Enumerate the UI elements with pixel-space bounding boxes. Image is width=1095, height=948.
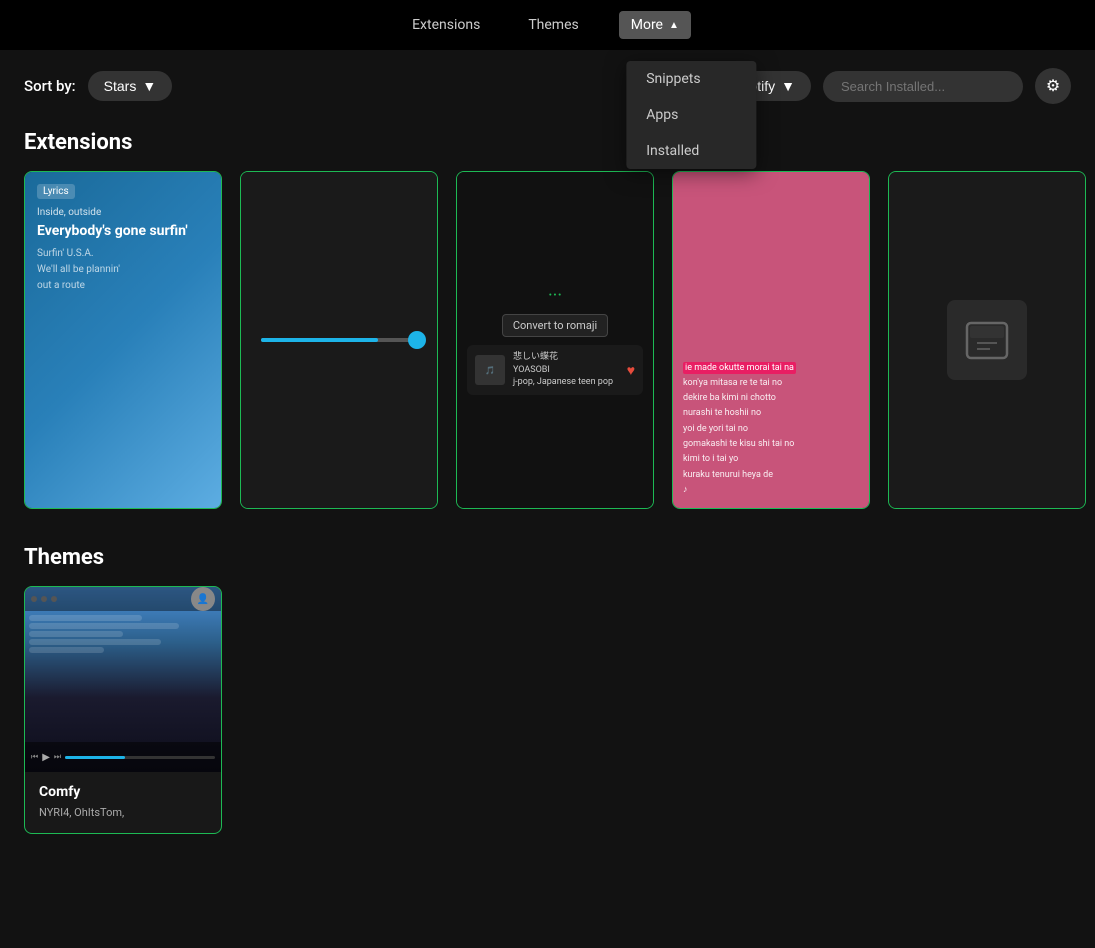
lyrics-line-1: Surfin' U.S.A. (37, 246, 209, 262)
conv-track-genre: j-pop, Japanese teen pop (513, 376, 613, 389)
lyrics-song-info: Inside, outside (37, 207, 209, 218)
nav-more-label: More (631, 17, 663, 33)
theme-top-bar: 👤 (25, 587, 221, 611)
card-convert-japanese: ··· Convert to romaji 🎵 悲しい蝶花 YOASOBI j-… (456, 171, 654, 509)
dropdown-installed[interactable]: Installed (626, 133, 756, 169)
volume-fill (261, 338, 379, 342)
card-preview-lyrics: Lyrics Inside, outside Everybody's gone … (25, 172, 221, 508)
dropdown-snippets[interactable]: Snippets (626, 61, 756, 97)
volume-thumb (408, 331, 426, 349)
card-author: NYRI4, OhItsTom, (39, 806, 207, 819)
conv-track-img: 🎵 (475, 355, 505, 385)
themes-title: Themes (0, 537, 1095, 586)
theme-row (29, 615, 142, 621)
lyrics-line-3: out a route (37, 278, 209, 294)
card-preview-romaji: ie made okutte morai tai na kon'ya mitas… (673, 172, 869, 508)
theme-row (29, 647, 104, 653)
theme-row (29, 623, 179, 629)
theme-dot (51, 596, 57, 602)
sleep-timer-icon (947, 300, 1027, 380)
theme-row (29, 639, 161, 645)
top-nav: Extensions Themes More ▲ Snippets Apps I… (0, 0, 1095, 50)
romaji-text: ie made okutte morai tai na kon'ya mitas… (683, 361, 859, 499)
more-dropdown: Snippets Apps Installed (626, 61, 756, 169)
theme-preview-comfy: 👤 ⏮ ▶ ⏭ (25, 587, 221, 772)
search-input[interactable] (823, 71, 1023, 102)
card-volume-percentage: Volume Percentage daksh2k ★ 49 Add the c… (240, 171, 438, 509)
card-preview-japanese: ··· Convert to romaji 🎵 悲しい蝶花 YOASOBI j-… (457, 172, 653, 508)
volume-track (261, 338, 418, 342)
card-title: Comfy (39, 784, 207, 800)
theme-avatar: 👤 (191, 587, 215, 611)
toolbar: Sort by: Stars ▼ Spotify ▼ ⚙ (0, 50, 1095, 122)
conv-track-artist: YOASOBI (513, 364, 613, 377)
lyrics-song-title: Everybody's gone surfin' (37, 222, 209, 240)
nav-themes[interactable]: Themes (520, 3, 586, 47)
sort-dropdown-button[interactable]: Stars ▼ (88, 71, 173, 101)
conv-track-info: 悲しい蝶花 YOASOBI j-pop, Japanese teen pop (513, 351, 613, 389)
romaji-highlighted: ie made okutte morai tai na (683, 362, 796, 374)
nav-extensions[interactable]: Extensions (404, 3, 488, 47)
extensions-grid: Lyrics Inside, outside Everybody's gone … (0, 171, 1095, 537)
nav-more-button[interactable]: More ▲ Snippets Apps Installed (619, 11, 691, 39)
card-body-romaji: Japanese Romaji L... A1pha1 ★ 12 Spiceti… (673, 508, 869, 509)
chevron-down-icon: ▼ (142, 78, 156, 94)
chevron-down-icon: ▼ (781, 78, 795, 94)
dropdown-apps[interactable]: Apps (626, 97, 756, 133)
card-beautiful-lyrics: Lyrics Inside, outside Everybody's gone … (24, 171, 222, 509)
volume-slider-preview (261, 338, 418, 342)
lyrics-lines: Surfin' U.S.A. We'll all be plannin' out… (37, 246, 209, 294)
lyrics-line-2: We'll all be plannin' (37, 262, 209, 278)
extensions-title: Extensions (0, 122, 1095, 171)
card-japanese-romaji: ie made okutte morai tai na kon'ya mitas… (672, 171, 870, 509)
themes-section: Themes 👤 (0, 537, 1095, 862)
extensions-section: Extensions Lyrics Inside, outside Everyb… (0, 122, 1095, 537)
theme-content-area (25, 611, 221, 742)
card-body-sleep: Sleep Timer Theblockbuster1 ★ 7 Automati… (889, 508, 1085, 509)
lyrics-tag-label: Lyrics (37, 184, 75, 199)
chevron-up-icon: ▲ (669, 20, 679, 31)
conv-track: 🎵 悲しい蝶花 YOASOBI j-pop, Japanese teen pop… (467, 345, 643, 395)
theme-row (29, 631, 123, 637)
card-body-comfy: Comfy NYRI4, OhItsTom, (25, 772, 221, 833)
card-sleep-timer: Sleep Timer Theblockbuster1 ★ 7 Automati… (888, 171, 1086, 509)
theme-ui-mock: 👤 ⏮ ▶ ⏭ (25, 587, 221, 772)
theme-dot (41, 596, 47, 602)
card-body-volume: Volume Percentage daksh2k ★ 49 Add the c… (241, 508, 437, 509)
card-body-convert: Convert japanese Pithaya ★ 19 Convert ja… (457, 508, 653, 509)
heart-icon: ♥ (627, 362, 635, 379)
conv-dots: ··· (548, 285, 562, 306)
card-preview-sleep (889, 172, 1085, 508)
theme-bottom-bar: ⏮ ▶ ⏭ (25, 742, 221, 772)
card-body-beautiful-lyrics: Beautiful Lyrics SoCalifornian ★ 239 Add… (25, 508, 221, 509)
card-preview-volume (241, 172, 437, 508)
gear-icon: ⚙ (1046, 76, 1060, 96)
theme-progress-fill (65, 756, 125, 759)
themes-grid: 👤 ⏮ ▶ ⏭ (0, 586, 1095, 862)
settings-button[interactable]: ⚙ (1035, 68, 1071, 104)
sort-value-label: Stars (104, 78, 137, 94)
conv-badge: Convert to romaji (502, 314, 608, 337)
theme-progress-track (65, 756, 215, 759)
card-comfy-theme: 👤 ⏮ ▶ ⏭ (24, 586, 222, 834)
conv-track-title: 悲しい蝶花 (513, 351, 613, 364)
sort-by-label: Sort by: (24, 77, 76, 95)
theme-dot (31, 596, 37, 602)
